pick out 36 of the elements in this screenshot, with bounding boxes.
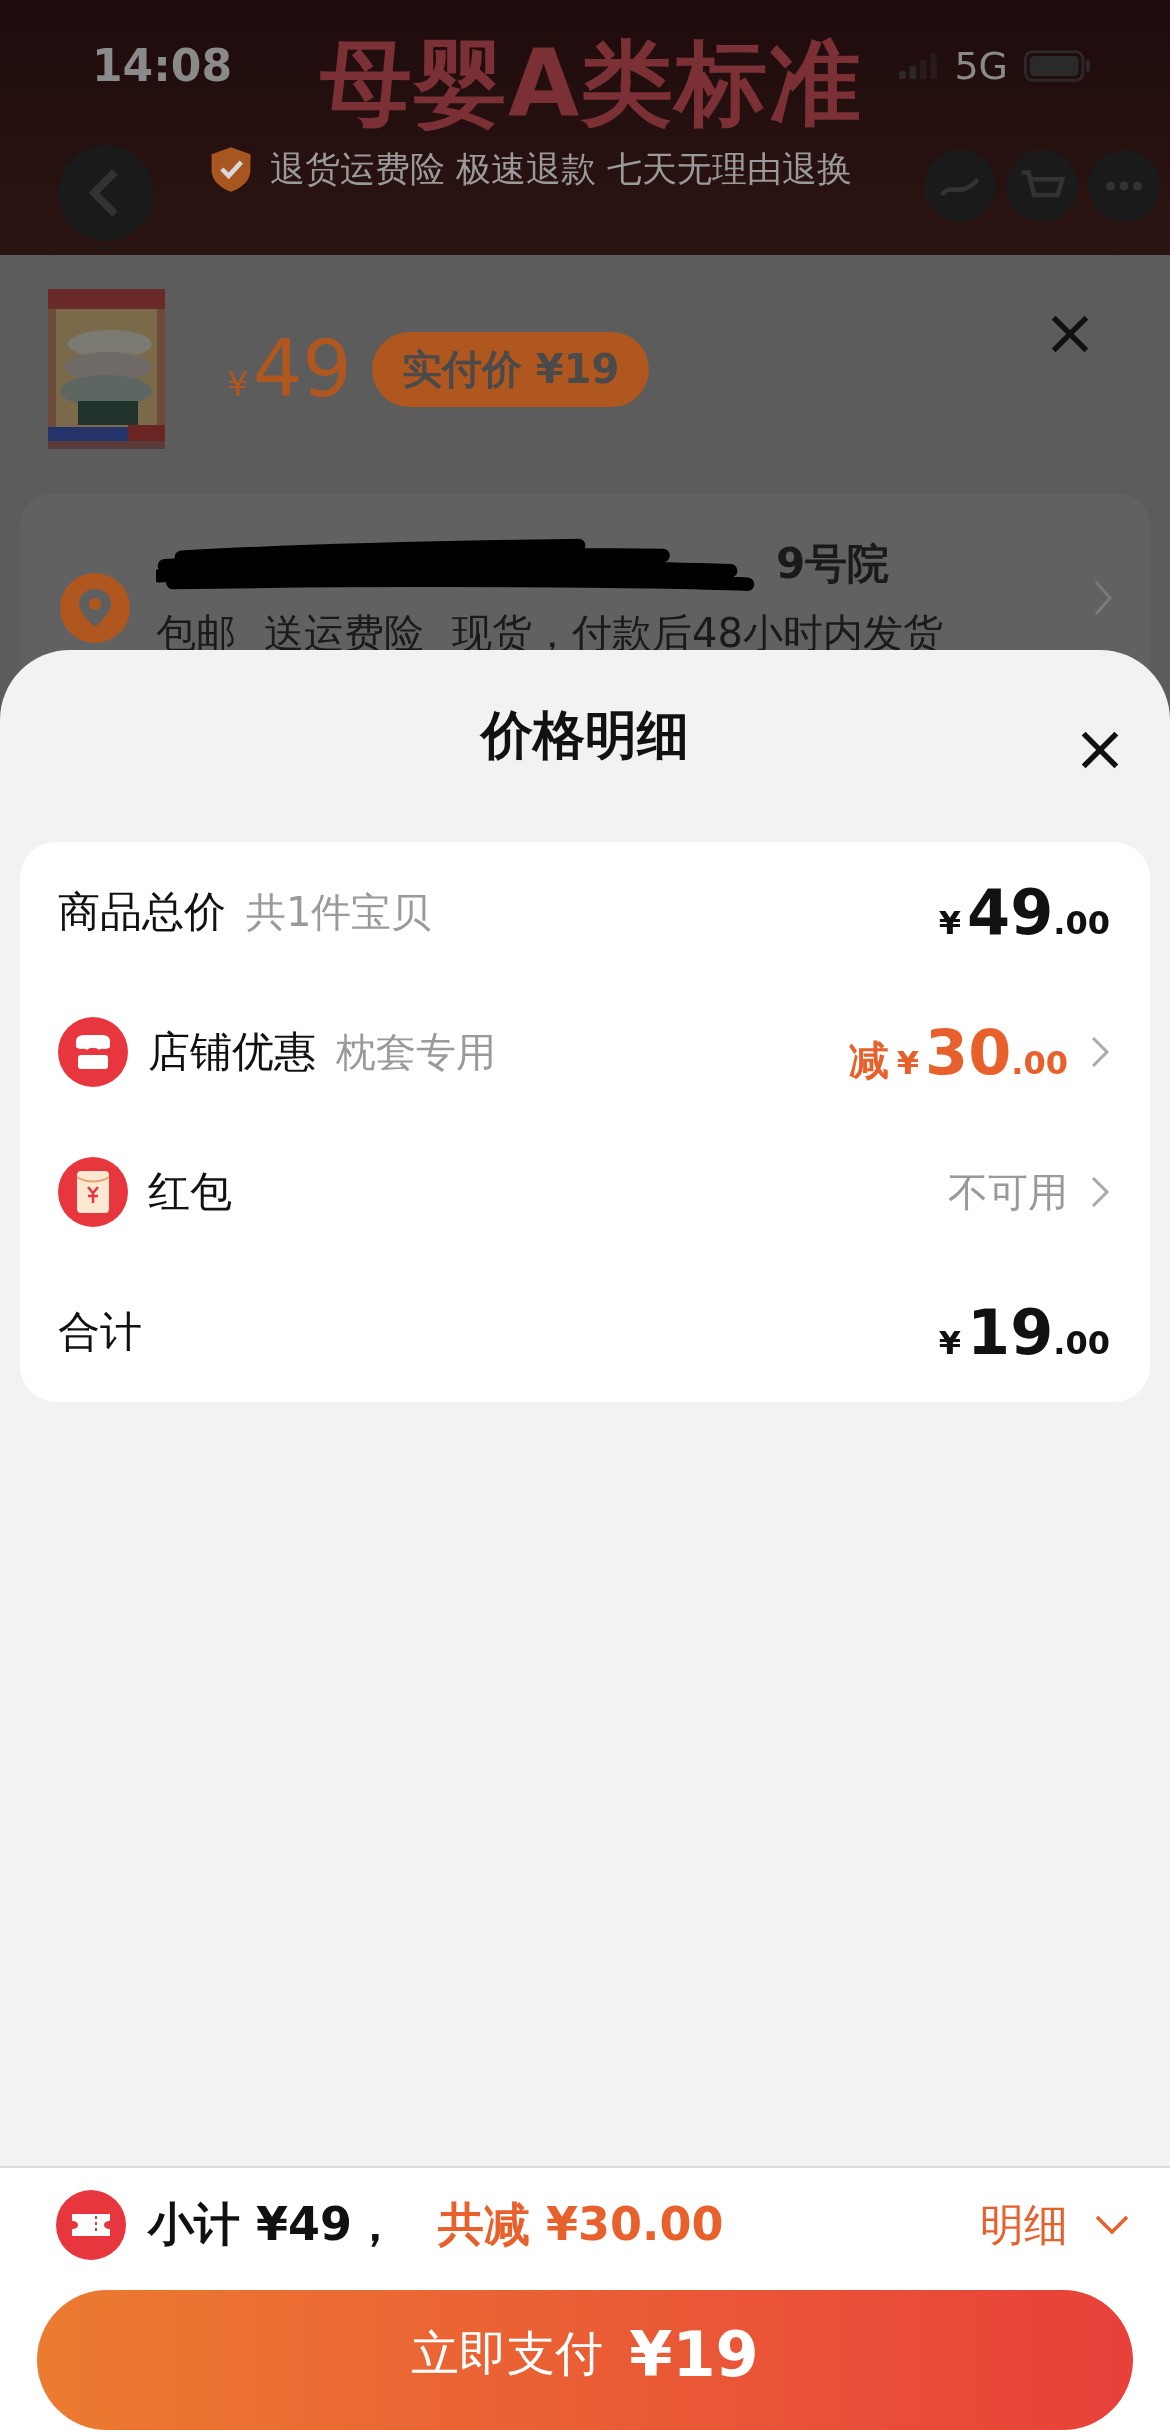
pay-button[interactable]: 立即支付 ¥19: [37, 2290, 1133, 2430]
reduction-text: 共减 ¥30.00: [438, 2196, 724, 2253]
status-time: 14:08: [92, 40, 233, 91]
share-icon[interactable]: [924, 150, 996, 222]
back-button[interactable]: [58, 145, 154, 241]
product-price: ¥49: [227, 324, 352, 414]
more-icon[interactable]: [1088, 150, 1160, 222]
guarantee-text: 退货运费险 极速退款 七天无理由退换: [270, 147, 853, 191]
details-toggle[interactable]: 明细: [980, 2195, 1130, 2255]
address-text: 9号院: [776, 538, 890, 590]
row-label: 店铺优惠: [148, 1026, 316, 1078]
signal-icon: [898, 52, 939, 79]
row-note: 枕套专用: [336, 1027, 496, 1077]
row-label: 红包: [148, 1166, 232, 1218]
shop-icon: [58, 1017, 128, 1087]
row-label: 合计: [58, 1306, 142, 1358]
price-amount: 减 ¥30.00: [848, 1015, 1068, 1089]
envelope-icon: [58, 1157, 128, 1227]
subtotal-text: 小计 ¥49，: [148, 2196, 399, 2253]
chevron-icon: [1094, 2214, 1130, 2236]
paid-price-badge: 实付价 ¥19: [371, 331, 650, 407]
ticket-icon: [56, 2190, 126, 2260]
network-label: 5G: [954, 43, 1008, 88]
location-pin-icon: [60, 572, 130, 643]
sheet-title: 价格明细: [481, 704, 689, 767]
battery-icon: [1024, 49, 1090, 82]
row-note: 共1件宝贝: [246, 887, 432, 937]
status-text: 不可用: [948, 1167, 1068, 1217]
chevron-right-icon[interactable]: [1090, 1175, 1110, 1209]
close-icon[interactable]: [1080, 730, 1120, 770]
row-label: 商品总价: [58, 886, 226, 938]
cart-icon[interactable]: [1006, 150, 1078, 222]
price-amount: ¥49.00: [938, 875, 1110, 949]
banner-title: 母婴A类标准: [320, 29, 864, 139]
price-amount: ¥19.00: [938, 1295, 1110, 1369]
chevron-right-icon[interactable]: [1090, 1035, 1110, 1069]
